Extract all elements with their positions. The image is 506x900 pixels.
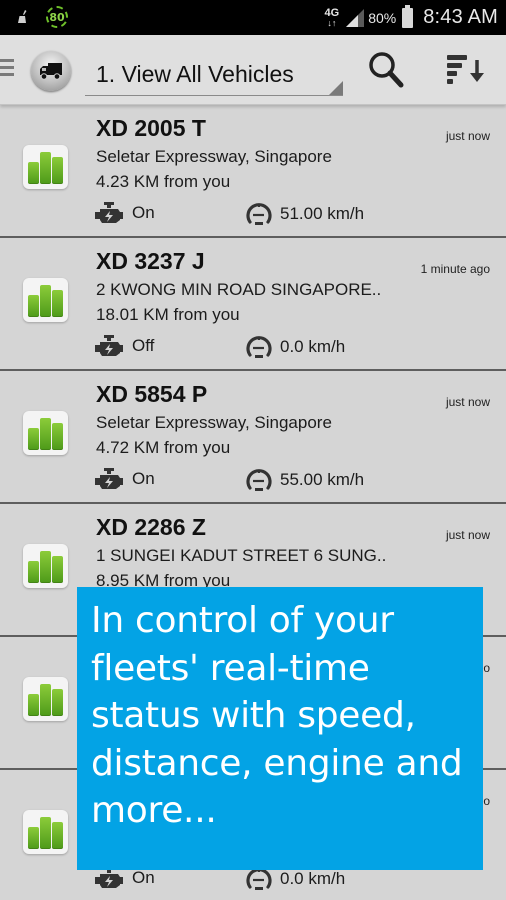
network-indicator: 4G ↓↑ (324, 6, 340, 28)
engine-state: On (132, 469, 155, 488)
last-updated: o (483, 661, 490, 675)
last-updated: just now (445, 528, 490, 542)
menu-icon[interactable] (0, 59, 14, 79)
truck-icon (40, 63, 62, 80)
signal-bars-icon (23, 278, 68, 322)
signal-bars-icon (23, 810, 68, 854)
battery-icon (402, 4, 414, 28)
engine-icon (95, 468, 123, 489)
vehicle-plate: XD 2005 T (96, 115, 206, 141)
engine-state: Off (132, 336, 155, 355)
engine-status: On (94, 468, 155, 490)
speedometer-80-icon: 80 (46, 6, 68, 28)
last-updated: 1 minute ago (420, 262, 490, 276)
engine-status: On (94, 202, 155, 224)
vehicle-speed: 51.00 km/h (245, 201, 364, 227)
data-arrows-icon: ↓↑ (327, 17, 337, 28)
engine-state: On (132, 868, 155, 887)
signal-strength-icon (346, 8, 365, 27)
vehicle-address: 1 SUNGEI KADUT STREET 6 SUNG.. (96, 546, 387, 565)
dropdown-corner-icon (329, 81, 343, 95)
view-selector-value: 1. View All Vehicles (96, 61, 294, 87)
engine-icon (95, 202, 123, 223)
sort-button[interactable] (440, 47, 490, 93)
vehicle-address: 2 KWONG MIN ROAD SINGAPORE.. (96, 280, 382, 299)
notification-icons: 80 (16, 6, 68, 28)
speed-value: 55.00 km/h (280, 470, 365, 489)
status-bar: 80 4G ↓↑ 80% 8:43 AM (0, 0, 506, 35)
vehicle-speed: 55.00 km/h (245, 467, 364, 493)
last-updated: just now (445, 129, 490, 143)
engine-icon (95, 335, 123, 356)
engine-status: On (94, 867, 155, 889)
vehicle-address: Seletar Expressway, Singapore (96, 147, 332, 166)
vehicle-plate: XD 2286 Z (96, 514, 206, 540)
action-bar: 1. View All Vehicles (0, 35, 506, 105)
last-updated: just now (445, 395, 490, 409)
speed-value: 0.0 km/h (280, 869, 346, 888)
vehicle-row[interactable]: XD 5854 P just now Seletar Expressway, S… (0, 371, 506, 504)
cleaner-broom-icon (18, 10, 27, 23)
engine-status: Off (94, 335, 154, 357)
battery-percent: 80% (368, 9, 397, 26)
vehicle-row[interactable]: XD 2005 T just now Seletar Expressway, S… (0, 105, 506, 238)
speed-value: 0.0 km/h (280, 337, 346, 356)
vehicle-row[interactable]: XD 3237 J 1 minute ago 2 KWONG MIN ROAD … (0, 238, 506, 371)
vehicle-speed: 0.0 km/h (245, 334, 345, 360)
signal-bars-icon (23, 677, 68, 721)
engine-state: On (132, 203, 155, 222)
app-logo[interactable] (31, 51, 71, 91)
vehicle-plate: XD 5854 P (96, 381, 208, 407)
network-type: 4G (324, 6, 340, 19)
signal-bars-icon (23, 411, 68, 455)
speed-value: 51.00 km/h (280, 204, 365, 223)
speedometer-icon (246, 203, 272, 225)
sort-icon (447, 55, 484, 84)
promo-text: In control of your fleets' real-time sta… (91, 600, 463, 831)
vehicle-plate: XD 3237 J (96, 248, 205, 274)
signal-bars-icon (23, 145, 68, 189)
promo-banner: In control of your fleets' real-time sta… (77, 587, 483, 870)
view-selector-dropdown[interactable]: 1. View All Vehicles (85, 53, 343, 96)
speed-badge-value: 80 (49, 10, 65, 24)
speedometer-icon (246, 469, 272, 491)
speedometer-icon (246, 336, 272, 358)
vehicle-distance: 4.23 KM from you (96, 172, 231, 191)
last-updated: o (483, 794, 490, 808)
search-button[interactable] (362, 47, 410, 93)
engine-icon (95, 867, 123, 888)
signal-bars-icon (23, 544, 68, 588)
vehicle-distance: 18.01 KM from you (96, 305, 240, 324)
vehicle-distance: 4.72 KM from you (96, 438, 231, 457)
clock: 8:43 AM (423, 6, 498, 28)
system-indicators: 4G ↓↑ 80% 8:43 AM (325, 0, 499, 35)
vehicle-address: Seletar Expressway, Singapore (96, 413, 332, 432)
search-icon (369, 52, 404, 88)
